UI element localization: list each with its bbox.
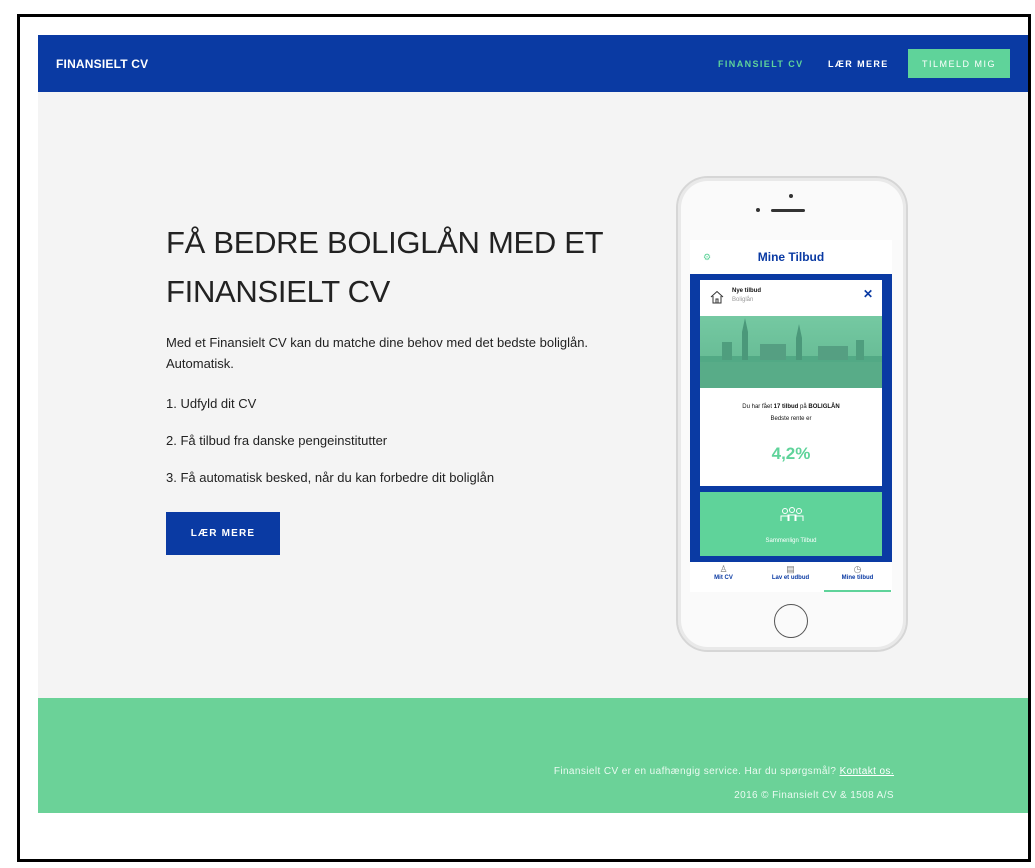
phone-screen: ⚙ Mine Tilbud Nye tilbud Boliglån ✕ Du h… bbox=[690, 240, 892, 592]
step-2: 2. Få tilbud fra danske pengeinstitutter bbox=[166, 433, 388, 448]
card-title: Nye tilbud bbox=[732, 288, 762, 294]
footer-copyright: 2016 © Finansielt CV & 1508 A/S bbox=[734, 790, 894, 801]
house-icon bbox=[710, 290, 724, 304]
hero-title-bold: BEDRE BOLIGLÅN bbox=[213, 225, 480, 260]
home-button[interactable] bbox=[774, 604, 808, 638]
footer: Finansielt CV er en uafhængig service. H… bbox=[38, 698, 1028, 813]
hero-title: FÅ BEDRE BOLIGLÅN MED ET FINANSIELT CV bbox=[166, 218, 626, 316]
compare-label: Sammenlign Tilbud bbox=[765, 538, 817, 544]
hero-intro: Med et Finansielt CV kan du matche dine … bbox=[166, 335, 589, 371]
phone-mockup: ⚙ Mine Tilbud Nye tilbud Boliglån ✕ Du h… bbox=[676, 176, 908, 652]
document-icon: ▤ bbox=[786, 564, 795, 574]
clock-icon: ◷ bbox=[853, 564, 862, 574]
people-icon bbox=[780, 507, 804, 521]
offer-summary: Du har fået 17 tilbud på BOLIGLÅN bbox=[742, 404, 840, 410]
sensor-icon bbox=[756, 208, 760, 212]
learn-more-button[interactable]: LÆR MERE bbox=[166, 512, 280, 555]
nav-link-laer-mere[interactable]: LÆR MERE bbox=[828, 59, 889, 69]
user-icon: ♙ bbox=[719, 564, 728, 574]
best-rate-label: Bedste rente er bbox=[770, 416, 812, 422]
app-title: Mine Tilbud bbox=[757, 250, 825, 264]
footer-line-1: Finansielt CV er en uafhængig service. H… bbox=[553, 766, 894, 777]
browser-frame: FINANSIELT CV FINANSIELT CV LÆR MERE TIL… bbox=[17, 14, 1031, 862]
speaker-icon bbox=[771, 209, 805, 212]
step-1: 1. Udfyld dit CV bbox=[166, 396, 257, 411]
signup-button[interactable]: TILMELD MIG bbox=[908, 49, 1010, 78]
top-nav: FINANSIELT CV FINANSIELT CV LÆR MERE TIL… bbox=[38, 35, 1028, 92]
tab-lav-et-udbud[interactable]: ▤ Lav et udbud bbox=[757, 564, 824, 581]
city-image bbox=[700, 316, 882, 388]
app-header: ⚙ Mine Tilbud bbox=[690, 240, 892, 274]
active-tab-indicator bbox=[824, 590, 891, 592]
hero-title-pre: FÅ bbox=[166, 225, 206, 260]
close-icon[interactable]: ✕ bbox=[863, 287, 873, 301]
best-rate-value: 4,2% bbox=[771, 444, 811, 463]
offer-card: Nye tilbud Boliglån ✕ Du har fået 17 til… bbox=[700, 280, 882, 486]
step-3: 3. Få automatisk besked, når du kan forb… bbox=[166, 470, 495, 485]
app-bottom-nav: ♙ Mit CV ▤ Lav et udbud ◷ Mine tilbud bbox=[690, 562, 892, 592]
hero-section: FÅ BEDRE BOLIGLÅN MED ET FINANSIELT CV M… bbox=[38, 92, 1028, 698]
offer-card-header: Nye tilbud Boliglån ✕ bbox=[700, 280, 882, 316]
nav-link-finansielt-cv[interactable]: FINANSIELT CV bbox=[718, 59, 804, 69]
camera-icon bbox=[789, 194, 793, 198]
tab-mit-cv[interactable]: ♙ Mit CV bbox=[690, 564, 757, 581]
compare-offers-button[interactable]: Sammenlign Tilbud bbox=[700, 492, 882, 556]
tab-mine-tilbud[interactable]: ◷ Mine tilbud bbox=[824, 564, 891, 592]
card-subtitle: Boliglån bbox=[732, 297, 754, 303]
contact-link[interactable]: Kontakt os. bbox=[840, 766, 894, 777]
brand-logo[interactable]: FINANSIELT CV bbox=[56, 57, 148, 71]
